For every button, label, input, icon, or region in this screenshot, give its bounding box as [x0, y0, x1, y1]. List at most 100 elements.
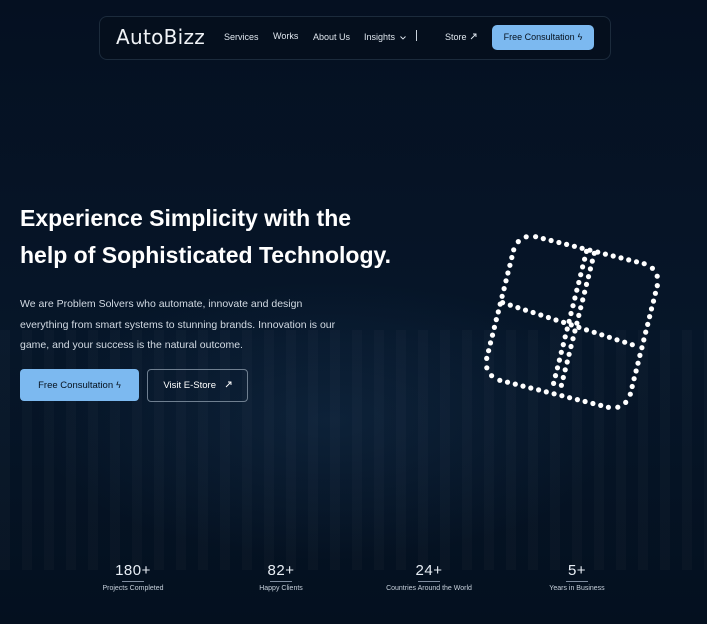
graphic-dot — [533, 234, 539, 240]
graphic-dot — [570, 336, 576, 342]
graphic-dot — [548, 237, 554, 244]
graphic-dot — [599, 332, 605, 338]
graphic-dot — [503, 278, 509, 284]
graphic-dot — [511, 247, 517, 253]
graphic-dot — [587, 266, 593, 272]
stat-projects-completed: 180+ Projects Completed — [58, 562, 208, 592]
graphic-dot — [515, 305, 521, 311]
hero-subtitle-line-1: We are Problem Solvers who automate, inn… — [20, 298, 303, 310]
graphic-dot — [538, 312, 544, 318]
hero-subtitle-line-3: game, and your success is the natural ou… — [20, 339, 243, 351]
graphic-dot — [576, 279, 582, 286]
graphic-dot — [509, 254, 515, 261]
graphic-dot — [591, 250, 597, 256]
graphic-dot — [571, 243, 577, 249]
graphic-dot — [507, 262, 513, 268]
graphic-dot — [543, 389, 549, 395]
nav-divider — [416, 30, 417, 41]
graphic-dot — [564, 326, 570, 332]
graphic-dot — [545, 314, 551, 321]
graphic-dot — [582, 398, 588, 405]
graphic-dot — [645, 321, 651, 327]
graphic-dot — [572, 295, 578, 301]
graphic-dot — [647, 314, 653, 320]
graphic-dot — [605, 404, 611, 410]
hero-title: Experience Simplicity with the help of S… — [20, 200, 440, 274]
external-link-icon — [225, 370, 232, 401]
graphic-dot — [551, 380, 557, 386]
graphic-dot — [515, 239, 521, 245]
graphic-dot — [484, 355, 490, 361]
graphic-dot — [566, 351, 572, 357]
nav-cta-label: Free Consultation — [503, 32, 575, 42]
stat-label: Years in Business — [549, 585, 605, 592]
graphic-dot — [598, 402, 604, 408]
graphic-dot — [489, 373, 495, 379]
graphic-dot — [556, 239, 562, 246]
graphic-dot — [627, 391, 633, 397]
graphic-dot — [567, 395, 573, 401]
nav-link-store[interactable]: Store — [445, 32, 477, 42]
graphic-dot — [560, 342, 566, 348]
graphic-dot — [622, 339, 628, 345]
graphic-dot — [582, 289, 588, 295]
graphic-dot — [623, 399, 629, 405]
hero-subtitle-line-2: everything from smart systems to stunnin… — [20, 318, 336, 331]
hero-subtitle: We are Problem Solvers who automate, inn… — [20, 294, 355, 356]
lightning-icon: ϟ — [116, 380, 121, 390]
stat-value: 24+ — [415, 562, 443, 579]
graphic-dot — [554, 365, 561, 371]
graphic-dot — [641, 337, 647, 343]
graphic-dot — [493, 317, 499, 323]
graphic-dot — [558, 382, 564, 388]
graphic-dot — [585, 274, 592, 280]
navbar: AutoBizz Services Works About Us Insight… — [99, 16, 611, 60]
nav-link-services[interactable]: Services — [224, 32, 259, 42]
graphic-dot — [576, 312, 582, 318]
nav-link-about-us[interactable]: About Us — [313, 32, 350, 42]
stat-value: 180+ — [115, 562, 151, 579]
graphic-dot — [507, 302, 513, 308]
graphic-dot — [631, 376, 637, 382]
stat-divider — [418, 581, 440, 582]
graphic-dot — [652, 290, 658, 296]
stat-countries: 24+ Countries Around the World — [354, 562, 504, 592]
graphic-dot — [572, 328, 578, 334]
visit-e-store-button[interactable]: Visit E-Store — [147, 369, 248, 402]
graphic-dot — [489, 332, 496, 338]
graphic-dot — [641, 261, 647, 267]
graphic-dot — [582, 256, 588, 262]
graphic-dot — [618, 255, 624, 261]
nav-link-store-label: Store — [445, 32, 467, 42]
graphic-dot — [505, 270, 511, 276]
graphic-dot — [561, 319, 567, 325]
graphic-dot — [650, 298, 657, 304]
graphic-dot — [568, 322, 574, 328]
visit-e-store-label: Visit E-Store — [163, 380, 216, 391]
nav-free-consultation-button[interactable]: Free Consultation ϟ — [492, 25, 594, 50]
graphic-dot — [499, 293, 505, 299]
graphic-dot — [583, 327, 590, 333]
graphic-dot — [560, 374, 566, 381]
nav-link-works[interactable]: Works — [273, 31, 298, 41]
graphic-dot — [643, 329, 649, 335]
graphic-dot — [556, 357, 562, 363]
nav-link-insights[interactable]: Insights — [364, 32, 406, 42]
graphic-dot — [590, 400, 596, 407]
graphic-dot — [580, 264, 586, 270]
graphic-dot — [633, 259, 640, 265]
graphic-dot — [610, 253, 616, 259]
graphic-dot — [629, 342, 635, 348]
free-consultation-label: Free Consultation — [38, 380, 114, 391]
graphic-dot — [591, 329, 597, 335]
graphic-dot — [576, 324, 582, 330]
graphic-dot — [512, 381, 518, 387]
graphic-dot — [615, 404, 621, 410]
graphic-dot — [530, 309, 536, 316]
brand-logo[interactable]: AutoBizz — [116, 25, 205, 49]
graphic-dot — [654, 273, 660, 279]
free-consultation-button[interactable]: Free Consultation ϟ — [20, 369, 139, 401]
lightning-icon: ϟ — [577, 32, 583, 42]
graphic-dot — [552, 373, 559, 379]
graphic-dot — [558, 349, 564, 355]
